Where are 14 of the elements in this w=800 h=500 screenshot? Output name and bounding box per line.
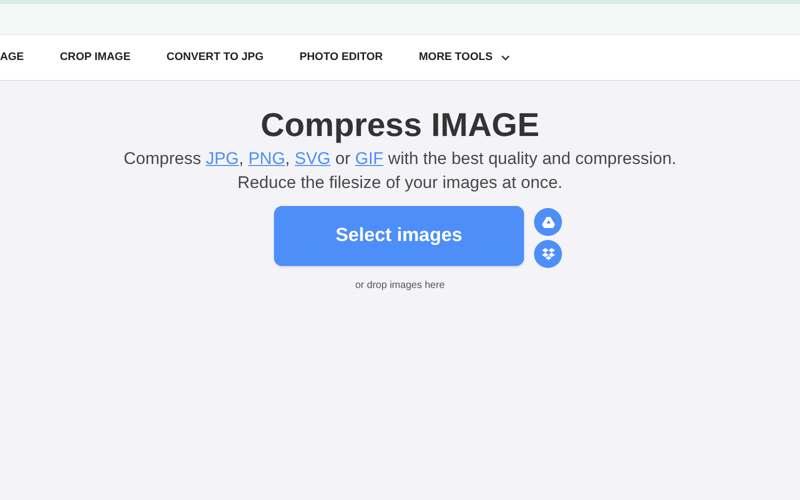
nav-link[interactable]: PHOTO EDITOR xyxy=(300,49,383,66)
page-title: Compress IMAGE xyxy=(260,105,540,145)
nav-link[interactable]: CONVERT TO JPG xyxy=(166,49,264,66)
dropbox-button[interactable] xyxy=(534,240,562,268)
cloud-drive-button[interactable] xyxy=(534,208,562,236)
subtitle-text: Compress JPG, PNG, SVG or GIF with the best quality and compression. xyxy=(124,148,676,170)
subtitle-text: Reduce the filesize of your images at once. xyxy=(237,172,563,194)
box-icon xyxy=(542,248,554,260)
nav-dropdown[interactable]: MORE TOOLS xyxy=(418,49,510,66)
triangle-icon xyxy=(542,216,554,228)
nav-link[interactable]: CROP IMAGE xyxy=(60,49,131,66)
nav-link[interactable]: AGE xyxy=(0,49,24,66)
chevron-down-icon xyxy=(500,54,510,60)
drop-hint: or drop images here xyxy=(355,279,445,293)
